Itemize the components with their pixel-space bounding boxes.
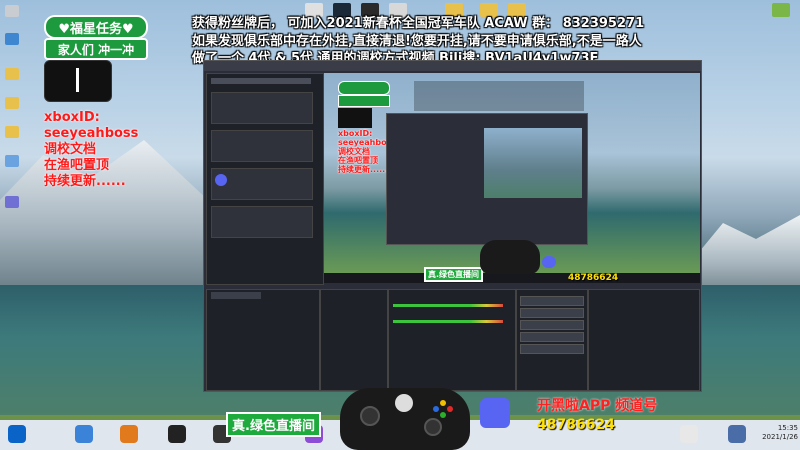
volume-meter [393,320,503,323]
taskbar-app-icon[interactable] [168,425,186,443]
folder-icon[interactable] [5,68,19,80]
source-list[interactable] [206,73,324,285]
xbox-id-value: seeyeahboss [44,126,139,141]
taskbar-app-icon[interactable] [680,425,698,443]
nested-channel-number: 48786624 [568,273,619,283]
xbox-id-label: xboxID: [44,110,100,125]
list-item[interactable] [211,206,313,238]
live-tag: 真.绿色直播间 [226,412,321,437]
recycle-bin-icon[interactable] [5,5,19,17]
clock-time: 15:35 [777,424,798,432]
nested-preview [484,128,582,198]
discord-icon [542,256,556,268]
list-row[interactable] [211,78,311,84]
nested-live-tag: 真.绿色直播间 [424,267,484,282]
computer-icon[interactable] [5,33,19,45]
left-stick [360,406,380,426]
obs-titlebar[interactable] [204,61,701,71]
obs-window[interactable]: xboxID: seeyeahboss 调校文档 在渔吧置顶 持续更新.....… [203,60,702,392]
right-stick [424,418,442,436]
a-button [440,412,446,418]
control-button[interactable] [520,332,584,342]
sources-dock[interactable] [320,289,388,391]
nested-family-badge [338,95,390,107]
stats-dock[interactable] [588,289,700,391]
taskbar-app-icon[interactable] [75,425,93,443]
nested-task-badge [338,81,390,95]
y-button [440,400,446,406]
channel-number: 48786624 [537,417,615,433]
list-item[interactable] [211,92,313,124]
notice-line-1: 获得粉丝牌后， 可加入2021新春杯全国冠军车队 ACAW 群： 8323952… [192,16,645,31]
tab-scenes[interactable] [211,292,261,299]
side-info: xboxID: seeyeahboss 调校文档 在渔吧置顶 持续更新.....… [44,110,138,190]
discord-icon [215,174,227,186]
pinned-label: 在渔吧置顶 [44,158,110,173]
folder-icon[interactable] [5,97,19,109]
task-badge: ♥福星任务♥ [44,15,148,39]
cursor-bar [76,68,79,92]
clock-date: 2021/1/26 [762,433,798,441]
xbox-icon [395,394,413,412]
control-button[interactable] [520,308,584,318]
nested-cursor-box [338,108,372,128]
folder-icon[interactable] [5,126,19,138]
app-promo: 开黑啦APP 频道号 [537,398,658,414]
list-item[interactable] [211,168,313,200]
b-button [447,406,453,412]
transitions-dock[interactable] [516,289,588,391]
app-icon[interactable] [5,155,19,167]
x-button [433,406,439,412]
audio-mixer[interactable] [388,289,516,391]
controller-overlay-small [480,240,540,274]
updating-label: 持续更新...... [44,174,126,189]
windows-icon[interactable] [8,425,26,443]
control-button[interactable] [520,296,584,306]
nested-notice [414,81,584,111]
taskbar-app-icon[interactable] [120,425,138,443]
discord-icon[interactable] [480,398,510,428]
family-badge: 家人们 冲一冲 [44,38,148,60]
desktop-shortcut-icon[interactable] [772,3,790,17]
control-button[interactable] [520,344,584,354]
scenes-dock[interactable] [206,289,320,391]
list-item[interactable] [211,130,313,162]
app-icon[interactable] [5,196,19,208]
clock[interactable]: 15:35 2021/1/26 [760,424,798,442]
taskbar-app-icon[interactable] [728,425,746,443]
xbox-controller-overlay [340,388,470,450]
volume-meter [393,304,503,307]
control-button[interactable] [520,320,584,330]
tuning-doc-label: 调校文档 [44,142,97,157]
